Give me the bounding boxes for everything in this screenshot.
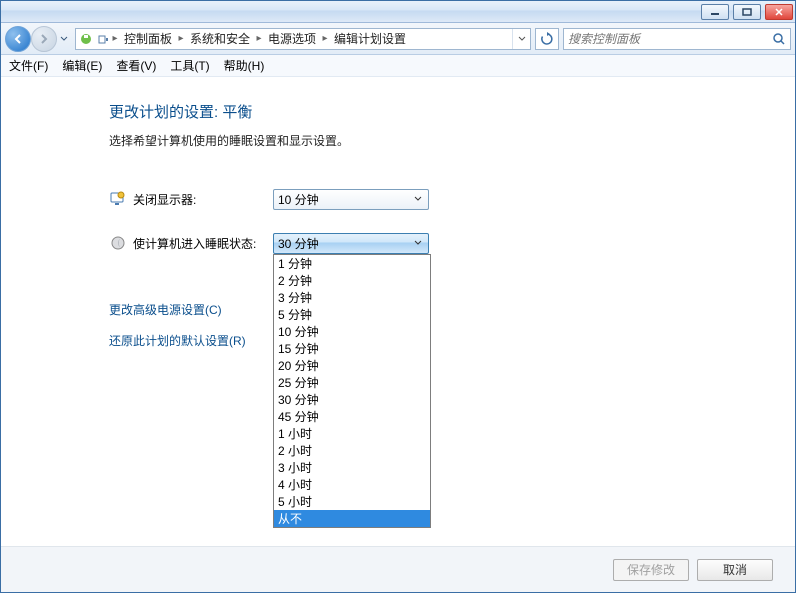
display-off-value: 10 分钟	[278, 191, 319, 208]
option-25min[interactable]: 25 分钟	[274, 374, 430, 391]
sleep-dropdown-list: 1 分钟 2 分钟 3 分钟 5 分钟 10 分钟 15 分钟 20 分钟 25…	[273, 254, 431, 528]
chevron-right-icon[interactable]: ▸	[110, 33, 120, 44]
power-icon	[96, 33, 110, 45]
chevron-right-icon[interactable]: ▸	[320, 33, 330, 44]
option-5hr[interactable]: 5 小时	[274, 493, 430, 510]
menu-file[interactable]: 文件(F)	[9, 57, 48, 74]
option-30min[interactable]: 30 分钟	[274, 391, 430, 408]
option-1hr[interactable]: 1 小时	[274, 425, 430, 442]
save-button[interactable]: 保存修改	[613, 559, 689, 581]
option-20min[interactable]: 20 分钟	[274, 357, 430, 374]
content-area: 更改计划的设置: 平衡 选择希望计算机使用的睡眠设置和显示设置。 关闭显示器: …	[1, 77, 795, 592]
chevron-down-icon	[410, 192, 426, 207]
chevron-down-icon	[410, 236, 426, 251]
nav-history-dropdown[interactable]	[57, 26, 71, 52]
chevron-right-icon[interactable]: ▸	[176, 33, 186, 44]
window-frame: ▸ 控制面板 ▸ 系统和安全 ▸ 电源选项 ▸ 编辑计划设置 文件(F) 编辑(…	[0, 0, 796, 593]
advanced-settings-link[interactable]: 更改高级电源设置(C)	[109, 301, 795, 318]
setting-display-off: 关闭显示器: 10 分钟	[109, 187, 795, 211]
refresh-button[interactable]	[535, 28, 559, 50]
search-input[interactable]	[564, 32, 768, 46]
breadcrumb: ▸ 控制面板 ▸ 系统和安全 ▸ 电源选项 ▸ 编辑计划设置	[110, 29, 512, 49]
setting-sleep: 使计算机进入睡眠状态: 30 分钟 1 分钟 2 分钟 3 分钟 5 分钟 10…	[109, 231, 795, 255]
display-off-label: 关闭显示器:	[133, 191, 273, 208]
sleep-select[interactable]: 30 分钟 1 分钟 2 分钟 3 分钟 5 分钟 10 分钟 15 分钟 20…	[273, 233, 429, 254]
maximize-button[interactable]	[733, 4, 761, 20]
sleep-label: 使计算机进入睡眠状态:	[133, 235, 273, 252]
page-subtitle: 选择希望计算机使用的睡眠设置和显示设置。	[109, 132, 795, 149]
nav-back-forward	[5, 26, 71, 52]
forward-button[interactable]	[31, 26, 57, 52]
option-4hr[interactable]: 4 小时	[274, 476, 430, 493]
menu-edit[interactable]: 编辑(E)	[62, 57, 102, 74]
option-1min[interactable]: 1 分钟	[274, 255, 430, 272]
search-icon[interactable]	[768, 32, 790, 46]
option-3hr[interactable]: 3 小时	[274, 459, 430, 476]
option-15min[interactable]: 15 分钟	[274, 340, 430, 357]
breadcrumb-power-options[interactable]: 电源选项	[264, 29, 320, 49]
option-10min[interactable]: 10 分钟	[274, 323, 430, 340]
chevron-right-icon[interactable]: ▸	[254, 33, 264, 44]
option-never[interactable]: 从不	[274, 510, 430, 527]
menu-help[interactable]: 帮助(H)	[224, 57, 265, 74]
address-bar[interactable]: ▸ 控制面板 ▸ 系统和安全 ▸ 电源选项 ▸ 编辑计划设置	[75, 28, 531, 50]
sleep-value: 30 分钟	[278, 235, 319, 252]
option-2min[interactable]: 2 分钟	[274, 272, 430, 289]
menu-bar: 文件(F) 编辑(E) 查看(V) 工具(T) 帮助(H)	[1, 55, 795, 77]
moon-icon	[109, 234, 127, 252]
restore-defaults-link[interactable]: 还原此计划的默认设置(R)	[109, 332, 795, 349]
back-button[interactable]	[5, 26, 31, 52]
links-block: 更改高级电源设置(C) 还原此计划的默认设置(R)	[109, 301, 795, 349]
address-dropdown[interactable]	[512, 29, 530, 49]
menu-view[interactable]: 查看(V)	[116, 57, 156, 74]
titlebar	[1, 1, 795, 23]
breadcrumb-control-panel[interactable]: 控制面板	[120, 29, 176, 49]
minimize-button[interactable]	[701, 4, 729, 20]
option-2hr[interactable]: 2 小时	[274, 442, 430, 459]
breadcrumb-system-security[interactable]: 系统和安全	[186, 29, 254, 49]
display-off-select[interactable]: 10 分钟	[273, 189, 429, 210]
close-button[interactable]	[765, 4, 793, 20]
page-title: 更改计划的设置: 平衡	[109, 101, 795, 122]
option-3min[interactable]: 3 分钟	[274, 289, 430, 306]
search-box[interactable]	[563, 28, 791, 50]
monitor-icon	[109, 190, 127, 208]
option-45min[interactable]: 45 分钟	[274, 408, 430, 425]
footer-bar: 保存修改 取消	[1, 546, 795, 592]
option-5min[interactable]: 5 分钟	[274, 306, 430, 323]
menu-tools[interactable]: 工具(T)	[170, 57, 209, 74]
control-panel-icon	[76, 32, 96, 46]
cancel-button[interactable]: 取消	[697, 559, 773, 581]
breadcrumb-edit-plan[interactable]: 编辑计划设置	[330, 29, 410, 49]
nav-toolbar: ▸ 控制面板 ▸ 系统和安全 ▸ 电源选项 ▸ 编辑计划设置	[1, 23, 795, 55]
